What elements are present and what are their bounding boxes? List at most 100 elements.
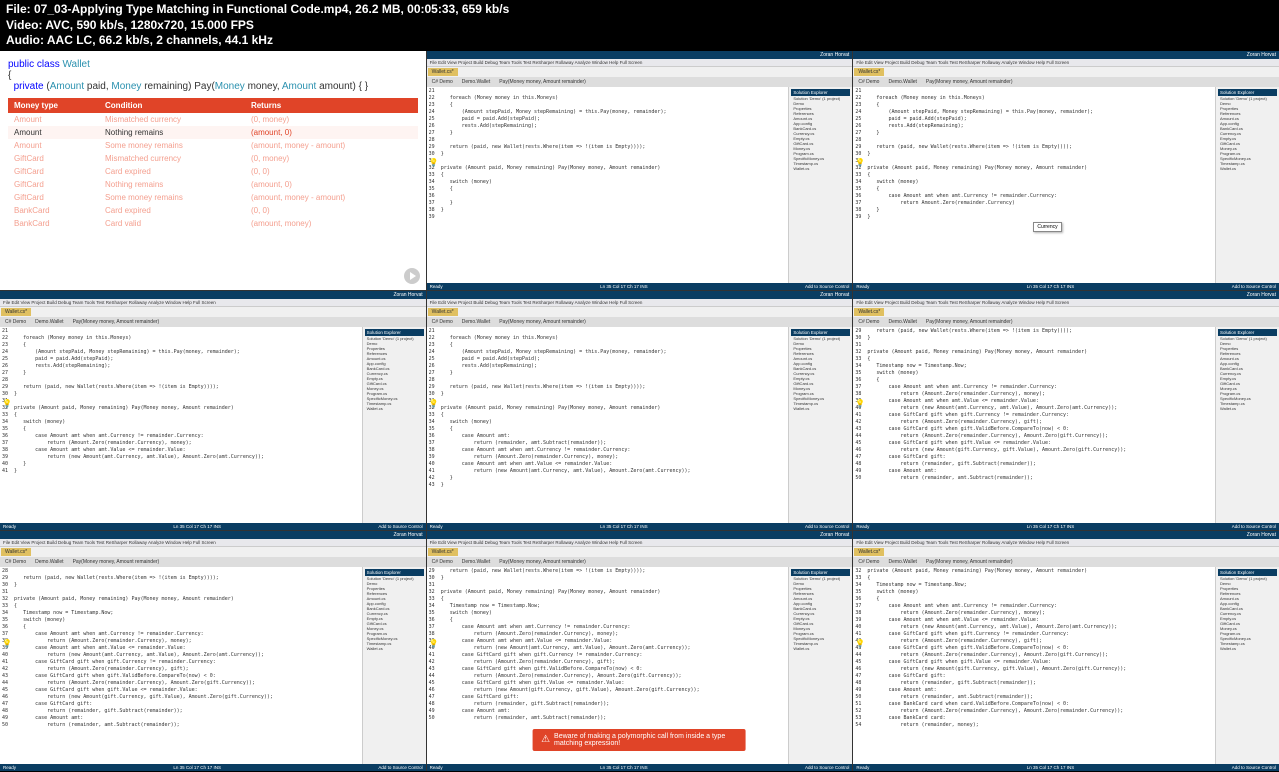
table-cell: Mismatched currency xyxy=(99,113,245,126)
solution-tree-item[interactable]: Wallet.cs xyxy=(791,646,850,651)
solution-tree-item[interactable]: Wallet.cs xyxy=(791,166,850,171)
table-cell: Nothing remains xyxy=(99,178,245,191)
editor-tabs[interactable]: Wallet.cs* xyxy=(427,307,853,317)
editor-tabs[interactable]: Wallet.cs* xyxy=(853,547,1279,557)
nav-crumb[interactable]: C# Demo xyxy=(854,318,883,326)
code-editor[interactable]: 21 22 foreach (Money money in this.Money… xyxy=(427,87,789,283)
lightbulb-icon[interactable]: 💡 xyxy=(2,639,12,648)
nav-crumb[interactable]: C# Demo xyxy=(854,558,883,566)
intellisense-popup[interactable]: Currency xyxy=(1033,222,1061,232)
lightbulb-icon[interactable]: 💡 xyxy=(429,639,439,648)
window-titlebar: Zoran Horvat xyxy=(427,291,853,299)
table-cell: Card valid xyxy=(99,217,245,230)
tab-wallet[interactable]: Wallet.cs* xyxy=(854,308,884,316)
code-editor[interactable]: 21 22 foreach (Money money in this.Money… xyxy=(0,327,362,523)
window-titlebar: Zoran Horvat xyxy=(0,291,426,299)
code-content: 21 22 foreach (Money money in this.Money… xyxy=(853,87,1215,283)
tab-wallet[interactable]: Wallet.cs* xyxy=(428,548,458,556)
solution-explorer[interactable]: Solution ExplorerSolution 'Demo' (1 proj… xyxy=(362,567,426,763)
lightbulb-icon[interactable]: 💡 xyxy=(429,158,439,167)
nav-crumb[interactable]: Pay(Money money, Amount remainder) xyxy=(922,78,1017,86)
code-editor[interactable]: 32 private (Amount paid, Money remaining… xyxy=(853,567,1215,763)
thumb-3[interactable]: Zoran Horvat File Edit View Project Buil… xyxy=(853,51,1279,290)
nav-crumb[interactable]: Pay(Money money, Amount remainder) xyxy=(69,318,164,326)
nav-crumb[interactable]: Demo.Wallet xyxy=(458,558,494,566)
solution-tree-item[interactable]: Wallet.cs xyxy=(1218,646,1277,651)
solution-explorer[interactable]: Solution ExplorerSolution 'Demo' (1 proj… xyxy=(362,327,426,523)
nav-crumb[interactable]: C# Demo xyxy=(1,318,30,326)
solution-tree-item[interactable]: Wallet.cs xyxy=(365,646,424,651)
nav-crumb[interactable]: C# Demo xyxy=(428,558,457,566)
nav-crumb[interactable]: Demo.Wallet xyxy=(884,78,920,86)
code-editor[interactable]: 29 return (paid, new Wallet(rests.Where(… xyxy=(853,327,1215,523)
tab-wallet[interactable]: Wallet.cs* xyxy=(854,548,884,556)
menu-bar[interactable]: File Edit View Project Build Debug Team … xyxy=(427,299,853,307)
thumb-1[interactable]: public class public class WalletWallet {… xyxy=(0,51,426,290)
thumb-5[interactable]: Zoran Horvat File Edit View Project Buil… xyxy=(427,291,853,530)
tab-wallet[interactable]: Wallet.cs* xyxy=(1,308,31,316)
editor-tabs[interactable]: Wallet.cs* xyxy=(853,67,1279,77)
code-editor[interactable]: 21 22 foreach (Money money in this.Money… xyxy=(427,327,789,523)
solution-explorer[interactable]: Solution ExplorerSolution 'Demo' (1 proj… xyxy=(788,327,852,523)
editor-tabs[interactable]: Wallet.cs* xyxy=(427,547,853,557)
lightbulb-icon[interactable]: 💡 xyxy=(855,399,865,408)
editor-tabs[interactable]: Wallet.cs* xyxy=(0,307,426,317)
thumb-2[interactable]: Zoran Horvat File Edit View Project Buil… xyxy=(427,51,853,290)
lightbulb-icon[interactable]: 💡 xyxy=(429,399,439,408)
nav-crumb[interactable]: C# Demo xyxy=(1,558,30,566)
nav-crumb[interactable]: Demo.Wallet xyxy=(458,318,494,326)
solution-explorer[interactable]: Solution ExplorerSolution 'Demo' (1 proj… xyxy=(1215,567,1279,763)
menu-bar[interactable]: File Edit View Project Build Debug Team … xyxy=(853,299,1279,307)
solution-explorer[interactable]: Solution ExplorerSolution 'Demo' (1 proj… xyxy=(788,567,852,763)
menu-bar[interactable]: File Edit View Project Build Debug Team … xyxy=(427,539,853,547)
nav-crumb[interactable]: Demo.Wallet xyxy=(31,558,67,566)
nav-crumb[interactable]: Demo.Wallet xyxy=(458,78,494,86)
thumb-9[interactable]: Zoran Horvat File Edit View Project Buil… xyxy=(853,531,1279,770)
nav-crumb[interactable]: Pay(Money money, Amount remainder) xyxy=(922,558,1017,566)
menu-bar[interactable]: File Edit View Project Build Debug Team … xyxy=(0,539,426,547)
tab-wallet[interactable]: Wallet.cs* xyxy=(428,308,458,316)
thumb-4[interactable]: Zoran Horvat File Edit View Project Buil… xyxy=(0,291,426,530)
solution-tree-item[interactable]: Wallet.cs xyxy=(365,406,424,411)
thumb-6[interactable]: Zoran Horvat File Edit View Project Buil… xyxy=(853,291,1279,530)
nav-crumb[interactable]: Demo.Wallet xyxy=(884,318,920,326)
thumb-7[interactable]: Zoran Horvat File Edit View Project Buil… xyxy=(0,531,426,770)
solution-tree-item[interactable]: Wallet.cs xyxy=(1218,406,1277,411)
nav-crumb[interactable]: C# Demo xyxy=(428,78,457,86)
nav-crumb[interactable]: Pay(Money money, Amount remainder) xyxy=(495,78,590,86)
nav-crumb[interactable]: Demo.Wallet xyxy=(31,318,67,326)
status-bar: ReadyLn 35 Col 17 Ch 17 INSAdd to Source… xyxy=(427,764,853,771)
nav-crumb[interactable]: Pay(Money money, Amount remainder) xyxy=(495,558,590,566)
table-cell: GiftCard xyxy=(8,152,99,165)
nav-crumb[interactable]: Pay(Money money, Amount remainder) xyxy=(922,318,1017,326)
solution-explorer[interactable]: Solution ExplorerSolution 'Demo' (1 proj… xyxy=(1215,327,1279,523)
editor-tabs[interactable]: Wallet.cs* xyxy=(427,67,853,77)
nav-crumb[interactable]: Demo.Wallet xyxy=(884,558,920,566)
thumb-8[interactable]: Zoran Horvat File Edit View Project Buil… xyxy=(427,531,853,770)
solution-explorer[interactable]: Solution ExplorerSolution 'Demo' (1 proj… xyxy=(788,87,852,283)
play-icon[interactable] xyxy=(404,268,420,284)
solution-explorer[interactable]: Solution ExplorerSolution 'Demo' (1 proj… xyxy=(1215,87,1279,283)
table-cell: Card expired xyxy=(99,204,245,217)
tab-wallet[interactable]: Wallet.cs* xyxy=(854,68,884,76)
solution-tree-item[interactable]: Wallet.cs xyxy=(1218,166,1277,171)
tab-wallet[interactable]: Wallet.cs* xyxy=(1,548,31,556)
code-editor[interactable]: 28 29 return (paid, new Wallet(rests.Whe… xyxy=(0,567,362,763)
lightbulb-icon[interactable]: 💡 xyxy=(855,158,865,167)
code-editor[interactable]: 21 22 foreach (Money money in this.Money… xyxy=(853,87,1215,283)
nav-crumb[interactable]: Pay(Money money, Amount remainder) xyxy=(495,318,590,326)
nav-crumb[interactable]: C# Demo xyxy=(428,318,457,326)
solution-tree-item[interactable]: Wallet.cs xyxy=(791,406,850,411)
tab-wallet[interactable]: Wallet.cs* xyxy=(428,68,458,76)
menu-bar[interactable]: File Edit View Project Build Debug Team … xyxy=(853,59,1279,67)
lightbulb-icon[interactable]: 💡 xyxy=(855,639,865,648)
menu-bar[interactable]: File Edit View Project Build Debug Team … xyxy=(0,299,426,307)
menu-bar[interactable]: File Edit View Project Build Debug Team … xyxy=(427,59,853,67)
nav-crumb[interactable]: Pay(Money money, Amount remainder) xyxy=(69,558,164,566)
lightbulb-icon[interactable]: 💡 xyxy=(2,399,12,408)
nav-crumb[interactable]: C# Demo xyxy=(854,78,883,86)
table-cell: BankCard xyxy=(8,217,99,230)
editor-tabs[interactable]: Wallet.cs* xyxy=(0,547,426,557)
menu-bar[interactable]: File Edit View Project Build Debug Team … xyxy=(853,539,1279,547)
editor-tabs[interactable]: Wallet.cs* xyxy=(853,307,1279,317)
